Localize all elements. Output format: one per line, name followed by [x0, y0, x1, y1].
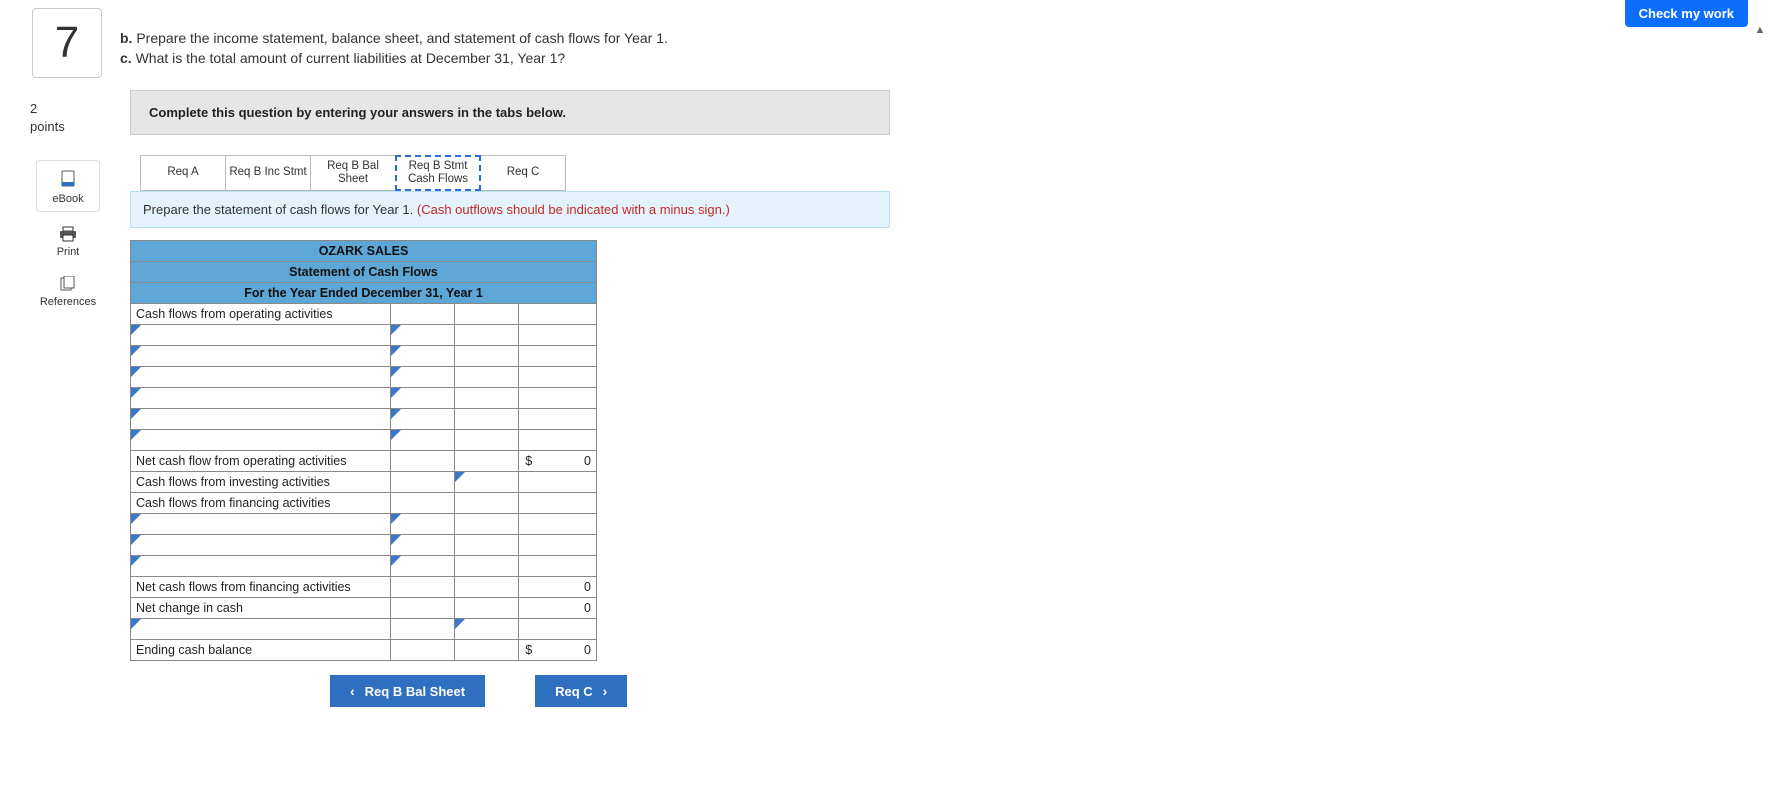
row-label: Net change in cash — [131, 598, 391, 619]
value-cell: 0 — [539, 598, 597, 619]
tab-req-b-inc[interactable]: Req B Inc Stmt — [225, 155, 311, 191]
dropdown-cell[interactable] — [131, 388, 391, 409]
input-cell[interactable] — [391, 325, 455, 346]
table-row[interactable] — [131, 556, 597, 577]
question-text: b. Prepare the income statement, balance… — [120, 28, 668, 69]
value-cell: 0 — [539, 577, 597, 598]
stmt-company: OZARK SALES — [131, 241, 597, 262]
table-row[interactable] — [131, 346, 597, 367]
input-cell[interactable] — [391, 556, 455, 577]
table-row: Cash flows from financing activities — [131, 493, 597, 514]
check-work-button[interactable]: Check my work — [1625, 0, 1748, 27]
row-label: Cash flows from financing activities — [131, 493, 391, 514]
scroll-up-arrow[interactable]: ▲ — [1753, 24, 1767, 38]
table-row[interactable] — [131, 535, 597, 556]
tab-req-b-bal[interactable]: Req B Bal Sheet — [310, 155, 396, 191]
table-row[interactable] — [131, 388, 597, 409]
tab-instruction: Prepare the statement of cash flows for … — [130, 191, 890, 228]
input-cell[interactable] — [391, 514, 455, 535]
tab-req-a[interactable]: Req A — [140, 155, 226, 191]
ebook-icon — [37, 169, 99, 189]
table-row: Ending cash balance $ 0 — [131, 640, 597, 661]
row-label: Cash flows from operating activities — [131, 304, 391, 325]
row-label: Net cash flow from operating activities — [131, 451, 391, 472]
table-row[interactable] — [131, 619, 597, 640]
references-button[interactable]: References — [36, 268, 100, 312]
dropdown-cell[interactable] — [131, 430, 391, 451]
side-toolbar: eBook Print References — [36, 160, 100, 312]
currency-cell: $ — [519, 640, 539, 661]
value-cell: 0 — [539, 451, 597, 472]
stmt-period: For the Year Ended December 31, Year 1 — [131, 283, 597, 304]
table-row[interactable] — [131, 409, 597, 430]
dropdown-cell[interactable] — [131, 346, 391, 367]
input-cell[interactable] — [391, 409, 455, 430]
table-row[interactable] — [131, 325, 597, 346]
tab-bar: Req A Req B Inc Stmt Req B Bal Sheet Req… — [130, 155, 890, 191]
row-label: Cash flows from investing activities — [131, 472, 391, 493]
dropdown-cell[interactable] — [131, 409, 391, 430]
points-block: 2 points — [30, 100, 65, 136]
dropdown-cell[interactable] — [131, 556, 391, 577]
row-label: Net cash flows from financing activities — [131, 577, 391, 598]
prev-tab-button[interactable]: ‹ Req B Bal Sheet — [330, 675, 485, 707]
table-row[interactable] — [131, 514, 597, 535]
input-cell[interactable] — [391, 367, 455, 388]
value-cell: 0 — [539, 640, 597, 661]
input-cell[interactable] — [455, 472, 519, 493]
row-label: Ending cash balance — [131, 640, 391, 661]
chevron-left-icon: ‹ — [350, 683, 355, 699]
table-row: Net change in cash 0 — [131, 598, 597, 619]
dropdown-cell[interactable] — [131, 514, 391, 535]
chevron-right-icon: › — [603, 683, 608, 699]
input-cell[interactable] — [455, 619, 519, 640]
ebook-button[interactable]: eBook — [36, 160, 100, 212]
dropdown-cell[interactable] — [131, 619, 391, 640]
table-row: Net cash flow from operating activities … — [131, 451, 597, 472]
next-tab-button[interactable]: Req C › — [535, 675, 627, 707]
input-cell[interactable] — [391, 535, 455, 556]
dropdown-cell[interactable] — [131, 535, 391, 556]
input-cell[interactable] — [391, 346, 455, 367]
cash-flow-table: OZARK SALES Statement of Cash Flows For … — [130, 240, 597, 661]
table-row: Cash flows from investing activities — [131, 472, 597, 493]
answer-panel: Complete this question by entering your … — [130, 90, 890, 707]
currency-cell: $ — [519, 451, 539, 472]
stmt-title: Statement of Cash Flows — [131, 262, 597, 283]
dropdown-cell[interactable] — [131, 325, 391, 346]
input-cell[interactable] — [391, 430, 455, 451]
dropdown-cell[interactable] — [131, 367, 391, 388]
question-number: 7 — [32, 8, 102, 78]
input-cell[interactable] — [391, 388, 455, 409]
table-row[interactable] — [131, 430, 597, 451]
nav-buttons: ‹ Req B Bal Sheet Req C › — [130, 675, 890, 707]
references-icon — [36, 274, 100, 294]
table-row: Net cash flows from financing activities… — [131, 577, 597, 598]
table-row[interactable] — [131, 367, 597, 388]
print-button[interactable]: Print — [36, 218, 100, 262]
tab-req-c[interactable]: Req C — [480, 155, 566, 191]
tab-req-b-cf[interactable]: Req B Stmt Cash Flows — [395, 155, 481, 191]
panel-instruction: Complete this question by entering your … — [130, 90, 890, 135]
print-icon — [36, 224, 100, 244]
table-row: Cash flows from operating activities — [131, 304, 597, 325]
